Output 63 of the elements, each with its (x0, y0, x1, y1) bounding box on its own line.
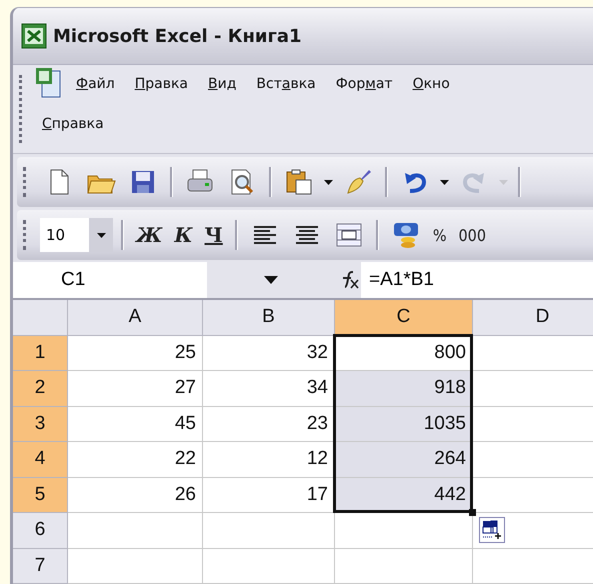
table-cell[interactable]: 26 (68, 478, 203, 513)
spreadsheet-app-icon (21, 23, 47, 49)
table-cell[interactable] (473, 336, 593, 371)
table-cell[interactable] (335, 513, 473, 548)
row-header[interactable]: 5 (13, 478, 68, 513)
caret-icon (499, 180, 508, 184)
table-cell[interactable]: 800 (335, 336, 473, 371)
table-cell[interactable] (473, 442, 593, 478)
row-header[interactable]: 7 (13, 548, 68, 584)
table-cell[interactable]: 17 (203, 478, 335, 513)
table-cell[interactable] (473, 371, 593, 406)
table-cell[interactable] (203, 548, 335, 584)
menu-item[interactable]: Формат (326, 65, 403, 103)
table-cell[interactable] (335, 548, 473, 584)
caret-icon (96, 232, 106, 238)
menu-item[interactable]: Правка (124, 65, 198, 103)
table-cell[interactable]: 34 (203, 371, 335, 406)
menu-item[interactable]: Справка (32, 105, 114, 143)
table-cell[interactable]: 1035 (335, 406, 473, 442)
table-cell[interactable] (473, 548, 593, 584)
table-cell[interactable]: 25 (68, 336, 203, 371)
table-cell[interactable]: 45 (68, 406, 203, 442)
row-header[interactable]: 4 (13, 442, 68, 478)
table-cell[interactable]: 12 (203, 442, 335, 478)
dropdown-button[interactable] (89, 218, 114, 252)
table-cell[interactable]: 27 (68, 371, 203, 406)
font-size-field[interactable]: 10 (40, 218, 114, 252)
menu-item[interactable]: Вставка (246, 65, 326, 103)
row-header[interactable]: 6 (13, 513, 68, 548)
menu-item[interactable]: Окно (402, 65, 460, 103)
table-cell[interactable]: 918 (335, 371, 473, 406)
paste-icon (284, 167, 314, 197)
caret-icon (324, 180, 333, 184)
table-cell[interactable]: 23 (203, 406, 335, 442)
table-cell[interactable] (203, 513, 335, 548)
table-cell[interactable]: 22 (68, 442, 203, 478)
column-header[interactable]: A (68, 300, 203, 336)
italic-button[interactable]: К (170, 215, 197, 255)
row-header[interactable]: 2 (13, 371, 68, 406)
format-button[interactable]: 000 (454, 215, 490, 255)
table-cell[interactable] (473, 478, 593, 513)
caret-icon (440, 180, 449, 184)
table-cell[interactable]: 32 (203, 336, 335, 371)
menu-item[interactable]: Файл (66, 65, 125, 103)
menu-item[interactable]: Вид (198, 65, 246, 103)
column-header[interactable]: B (203, 300, 335, 336)
row-header[interactable]: 3 (13, 406, 68, 442)
autofill-icon (482, 520, 502, 540)
window-title: Microsoft Excel - Книга1 (53, 26, 302, 46)
table-cell[interactable] (68, 513, 203, 548)
caret-icon (264, 276, 278, 284)
autofill-options-button[interactable] (479, 517, 505, 543)
table-cell[interactable]: 264 (335, 442, 473, 478)
row-header[interactable]: 1 (13, 336, 68, 371)
format-button[interactable]: % (428, 215, 450, 255)
formula-field[interactable]: =A1*B1 (361, 262, 593, 298)
table-cell[interactable] (473, 406, 593, 442)
fill-handle[interactable] (469, 509, 476, 516)
name-box[interactable]: C1 (13, 262, 207, 298)
bold-button[interactable]: Ж (132, 215, 166, 255)
underline-button[interactable]: Ч (200, 215, 227, 255)
column-header[interactable]: C (335, 300, 473, 336)
table-cell[interactable] (68, 548, 203, 584)
